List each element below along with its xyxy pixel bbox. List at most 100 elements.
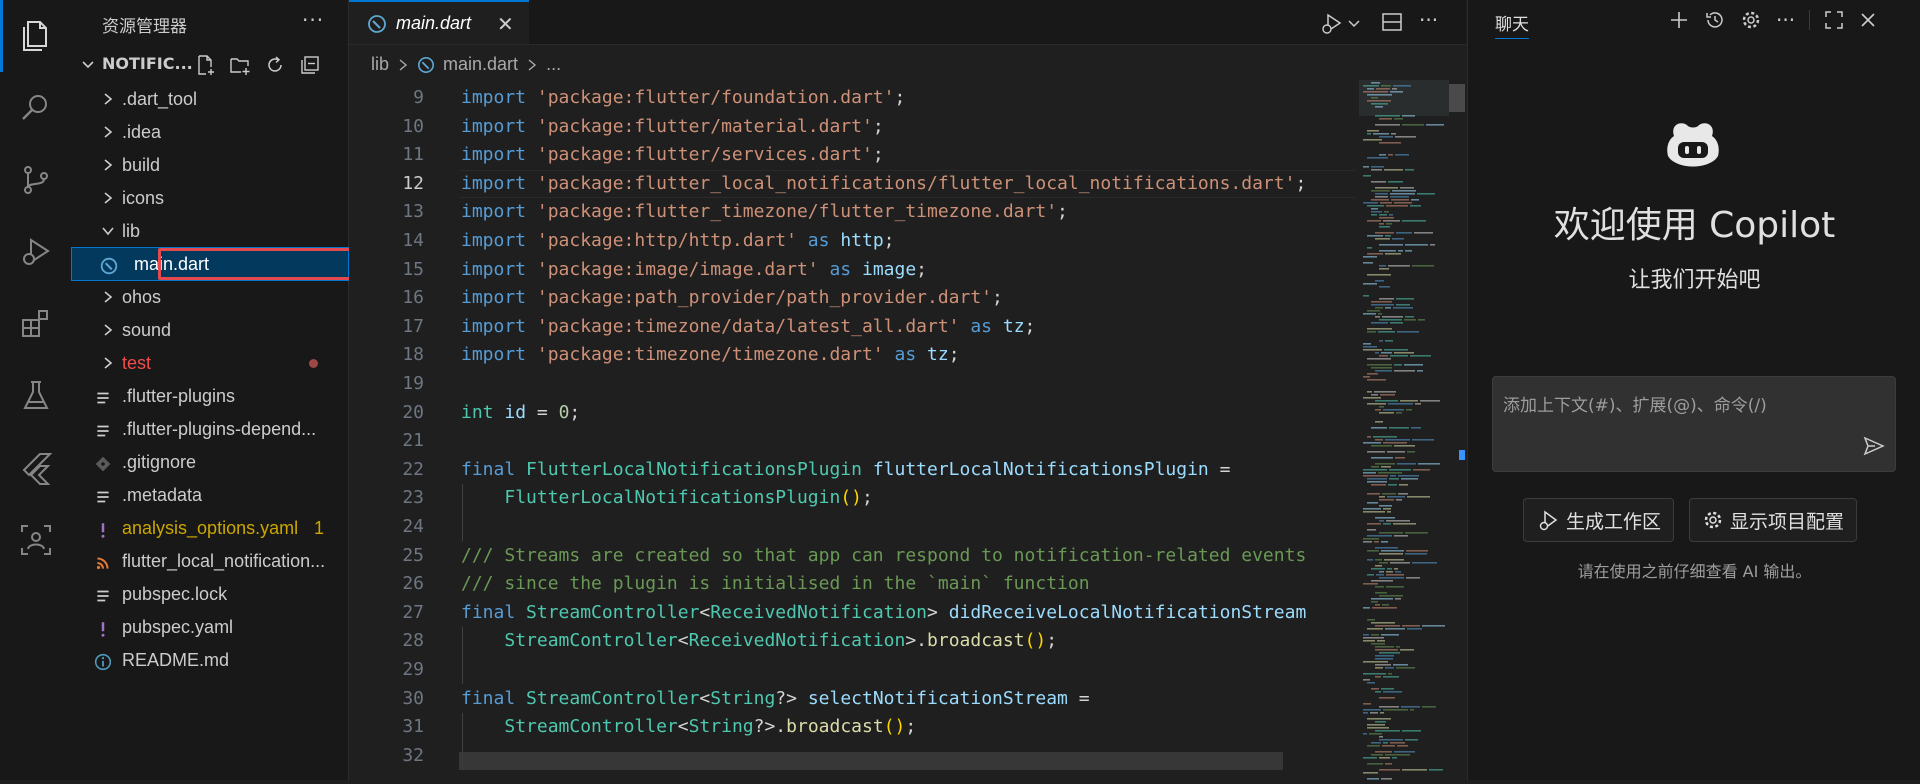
breadcrumb: lib main.dart ... bbox=[371, 54, 561, 75]
activity-testing[interactable] bbox=[0, 360, 72, 432]
tree-item[interactable]: pubspec.yaml bbox=[72, 611, 348, 643]
dart-file-icon bbox=[368, 15, 386, 33]
tree-item[interactable]: README.md bbox=[72, 644, 348, 676]
refresh-icon[interactable] bbox=[264, 54, 286, 76]
tree-item[interactable]: lib bbox=[72, 215, 348, 247]
chevron-right-icon bbox=[528, 58, 537, 71]
breadcrumb-file[interactable]: main.dart bbox=[443, 54, 518, 75]
line-number: 14 bbox=[402, 230, 424, 251]
minimap[interactable] bbox=[1359, 80, 1449, 780]
activity-source-control[interactable] bbox=[0, 144, 72, 216]
chevron-down-icon bbox=[102, 227, 114, 236]
collapse-all-icon[interactable] bbox=[299, 54, 321, 76]
debug-sparkle-icon bbox=[1539, 510, 1558, 531]
code-line: 16 import 'package:path_provider/path_pro… bbox=[349, 284, 1355, 312]
activity-remote-explorer[interactable] bbox=[0, 504, 72, 576]
code-line: 30 final StreamController<String?> select… bbox=[349, 685, 1355, 713]
split-editor-icon[interactable] bbox=[1381, 11, 1403, 33]
code-text: import 'package:timezone/data/latest_all… bbox=[461, 315, 1036, 337]
chat-more-button[interactable]: ··· bbox=[1776, 8, 1795, 32]
vertical-scrollbar[interactable] bbox=[1447, 84, 1465, 774]
code-line: 25 /// Streams are created so that app ca… bbox=[349, 542, 1355, 570]
history-icon[interactable] bbox=[1704, 9, 1726, 31]
code-line: 23 FlutterLocalNotificationsPlugin(); bbox=[349, 484, 1355, 512]
activity-run-debug[interactable] bbox=[0, 216, 72, 288]
tree-item[interactable]: .idea bbox=[72, 116, 348, 148]
tree-item[interactable]: flutter_local_notification... bbox=[72, 545, 348, 577]
chat-input[interactable]: 添加上下文(#)、扩展(@)、命令(/) bbox=[1492, 376, 1896, 472]
line-number: 15 bbox=[402, 258, 424, 280]
editor-more-button[interactable]: ··· bbox=[1419, 8, 1438, 32]
tree-item[interactable]: .dart_tool bbox=[72, 83, 348, 115]
tree-item-label: sound bbox=[122, 320, 172, 340]
tab-main-dart[interactable]: main.dart ✕ bbox=[349, 0, 529, 44]
activity-extensions[interactable] bbox=[0, 288, 72, 360]
code-view[interactable]: 9 import 'package:flutter/foundation.dart… bbox=[349, 84, 1355, 774]
send-icon[interactable] bbox=[1863, 435, 1885, 457]
tree-item-label: build bbox=[122, 155, 161, 175]
tree-item[interactable]: test bbox=[72, 347, 348, 379]
breadcrumb-lib[interactable]: lib bbox=[371, 54, 389, 75]
line-number: 18 bbox=[402, 344, 424, 366]
tree-item-label: README.md bbox=[122, 650, 230, 670]
flutter-icon bbox=[22, 453, 53, 485]
code-line: 31 StreamController<String?>.broadcast()… bbox=[349, 713, 1355, 741]
tree-item[interactable]: sound bbox=[72, 314, 348, 346]
tree-item[interactable]: .flutter-plugins bbox=[72, 380, 348, 412]
code-line: 27 final StreamController<ReceivedNotific… bbox=[349, 599, 1355, 627]
chevron-right-icon bbox=[104, 291, 113, 303]
tab-close-button[interactable]: ✕ bbox=[497, 12, 514, 36]
remote-explorer-icon bbox=[21, 525, 51, 555]
chevron-right-icon bbox=[104, 159, 113, 171]
code-line: 28 StreamController<ReceivedNotification… bbox=[349, 627, 1355, 655]
gear-icon[interactable] bbox=[1740, 9, 1762, 31]
activity-flutter[interactable] bbox=[0, 432, 72, 504]
scrollbar-thumb[interactable] bbox=[1449, 84, 1465, 112]
project-header[interactable]: NOTIFIC... bbox=[72, 50, 348, 80]
code-text: import 'package:timezone/timezone.dart' … bbox=[461, 344, 960, 366]
horizontal-scrollbar[interactable] bbox=[459, 752, 1283, 770]
code-line: 29 bbox=[349, 656, 1355, 684]
code-line: 26 /// since the plugin is initialised in… bbox=[349, 570, 1355, 598]
explorer-toolbar bbox=[194, 54, 321, 76]
search-icon bbox=[22, 95, 47, 120]
tree-item[interactable]: analysis_options.yaml 1 bbox=[72, 512, 348, 544]
code-text: /// Streams are created so that app can … bbox=[461, 544, 1307, 566]
tab-label: main.dart bbox=[396, 13, 472, 33]
tree-item-label: .idea bbox=[122, 122, 162, 142]
code-text: import 'package:path_provider/path_provi… bbox=[461, 287, 1003, 309]
tree-item[interactable]: .gitignore bbox=[72, 446, 348, 478]
run-debug-icon[interactable] bbox=[1319, 10, 1345, 36]
tree-item[interactable]: pubspec.lock bbox=[72, 578, 348, 610]
plus-icon[interactable] bbox=[1668, 9, 1690, 31]
tree-item[interactable]: .metadata bbox=[72, 479, 348, 511]
new-file-icon[interactable] bbox=[194, 54, 216, 76]
code-text: import 'package:flutter/material.dart'; bbox=[461, 115, 884, 137]
tree-item-label: flutter_local_notification... bbox=[122, 551, 326, 571]
show-project-config-button[interactable]: 显示项目配置 bbox=[1689, 498, 1858, 542]
chevron-down-icon[interactable] bbox=[1347, 16, 1361, 30]
tree-item[interactable]: build bbox=[72, 149, 348, 181]
copilot-chat-panel: 聊天 ··· 欢迎使用 Copilot 让我们开始吧 添加上下文(#)、扩展(@… bbox=[1467, 0, 1920, 780]
breadcrumb-symbol[interactable]: ... bbox=[546, 54, 561, 75]
explorer-more-button[interactable]: ··· bbox=[302, 8, 324, 32]
tree-item[interactable]: icons bbox=[72, 182, 348, 214]
maximize-icon[interactable] bbox=[1824, 10, 1844, 30]
close-icon[interactable] bbox=[1858, 10, 1878, 30]
activity-files[interactable] bbox=[0, 0, 72, 72]
scroll-marker bbox=[1459, 450, 1465, 460]
code-text: import 'package:flutter_local_notificati… bbox=[461, 172, 1307, 194]
chat-tab[interactable]: 聊天 bbox=[1495, 10, 1529, 39]
new-folder-icon[interactable] bbox=[229, 54, 251, 76]
tree-item[interactable]: ohos bbox=[72, 281, 348, 313]
line-number: 24 bbox=[402, 516, 424, 537]
tree-item[interactable]: .flutter-plugins-depend... bbox=[72, 413, 348, 445]
copilot-icon bbox=[1667, 123, 1719, 167]
line-number: 22 bbox=[402, 458, 424, 480]
generate-workspace-button[interactable]: 生成工作区 bbox=[1523, 498, 1675, 542]
code-text: /// since the plugin is initialised in t… bbox=[461, 573, 1090, 595]
ai-output-hint: 请在使用之前仔细查看 AI 输出。 bbox=[1577, 562, 1812, 581]
editor-area: main.dart ✕ ··· lib main.dart ... 9 impor… bbox=[349, 0, 1466, 780]
activity-search[interactable] bbox=[0, 72, 72, 144]
show-project-config-label: 显示项目配置 bbox=[1730, 510, 1845, 533]
